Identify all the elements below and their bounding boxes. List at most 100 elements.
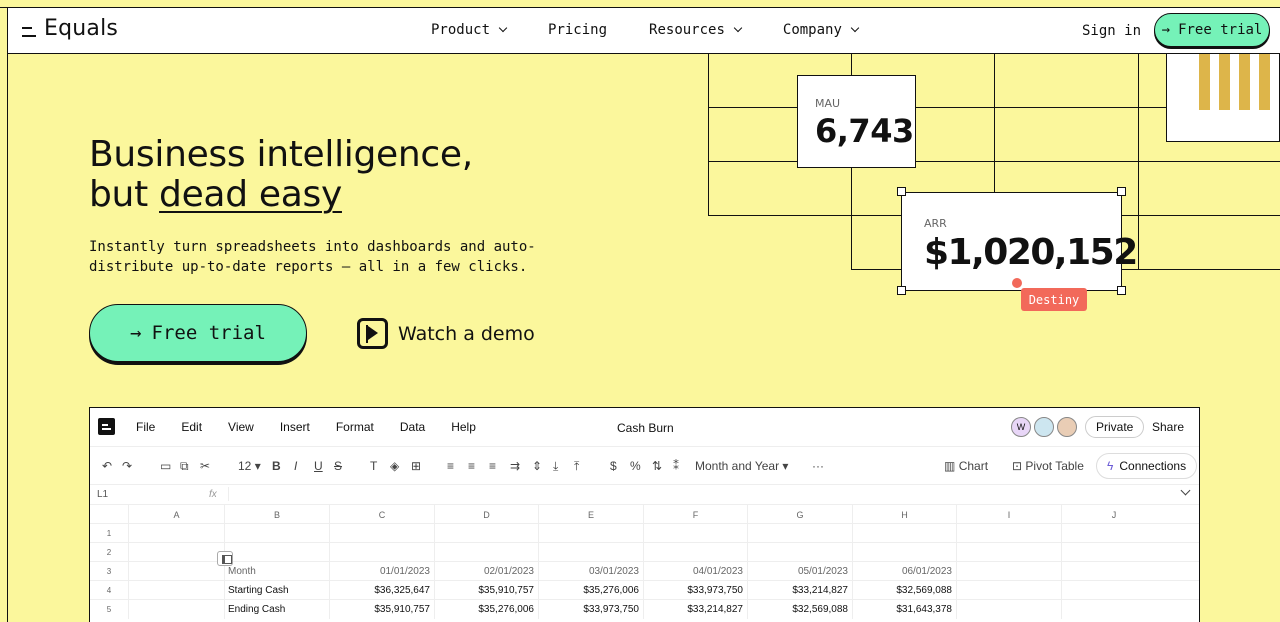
table-cell[interactable] (956, 600, 1061, 619)
menu-file[interactable]: File (136, 420, 155, 434)
table-cell[interactable]: $35,910,757 (434, 581, 538, 600)
avatar[interactable] (1034, 417, 1054, 437)
formula-input[interactable] (228, 487, 1128, 501)
valign-bottom-icon[interactable]: ⤓ (553, 459, 558, 474)
menu-data[interactable]: Data (400, 420, 425, 434)
brand-logo[interactable]: Equals (22, 16, 118, 41)
table-cell[interactable] (1061, 581, 1166, 600)
row-label-cell[interactable]: Month (224, 562, 329, 581)
table-cell[interactable]: 06/01/2023 (852, 562, 956, 581)
more-icon[interactable]: ··· (812, 459, 824, 473)
table-cell[interactable] (329, 524, 434, 543)
fill-color-icon[interactable]: ◈ (390, 459, 399, 473)
table-cell[interactable] (1061, 562, 1166, 581)
table-cell[interactable] (434, 524, 538, 543)
table-cell[interactable]: $31,643,378 (852, 600, 956, 619)
borders-icon[interactable]: ⊞ (411, 459, 421, 473)
document-title[interactable]: Cash Burn (617, 421, 674, 435)
table-cell[interactable] (128, 600, 224, 619)
undo-icon[interactable]: ↶ (102, 459, 112, 473)
table-cell[interactable] (538, 543, 643, 562)
column-header[interactable]: I (956, 505, 1061, 524)
date-format-select[interactable]: Month and Year ▾ (695, 459, 788, 473)
nav-resources[interactable]: Resources (649, 22, 743, 38)
table-cell[interactable] (128, 562, 224, 581)
private-button[interactable]: Private (1085, 416, 1145, 438)
corner-cell[interactable] (90, 505, 128, 524)
currency-icon[interactable]: $ (610, 459, 617, 473)
table-cell[interactable]: 05/01/2023 (747, 562, 852, 581)
row-label-cell[interactable]: Starting Cash (224, 581, 329, 600)
wrap-icon[interactable]: ⇉ (510, 459, 520, 473)
cut-icon[interactable]: ✂ (200, 459, 210, 473)
menu-view[interactable]: View (228, 420, 254, 434)
chevron-down-icon[interactable] (1180, 485, 1191, 496)
column-header[interactable]: C (329, 505, 434, 524)
table-cell[interactable]: 02/01/2023 (434, 562, 538, 581)
table-cell[interactable]: $33,214,827 (643, 600, 747, 619)
font-size-select[interactable]: 12 ▾ (238, 459, 261, 473)
column-header[interactable]: A (128, 505, 224, 524)
table-cell[interactable]: 01/01/2023 (329, 562, 434, 581)
table-cell[interactable] (434, 543, 538, 562)
strikethrough-icon[interactable]: S (334, 459, 342, 473)
table-cell[interactable]: $36,325,647 (329, 581, 434, 600)
menu-insert[interactable]: Insert (280, 420, 310, 434)
column-header[interactable]: D (434, 505, 538, 524)
share-button[interactable]: Share (1152, 420, 1184, 434)
table-cell[interactable] (956, 524, 1061, 543)
hero-free-trial-button[interactable]: → Free trial (89, 304, 307, 362)
connections-button[interactable]: ϟ Connections (1096, 453, 1198, 479)
column-header[interactable]: J (1061, 505, 1166, 524)
table-cell[interactable] (128, 524, 224, 543)
column-header[interactable]: H (852, 505, 956, 524)
table-cell[interactable] (852, 543, 956, 562)
table-cell[interactable] (329, 543, 434, 562)
table-cell[interactable] (538, 524, 643, 543)
redo-icon[interactable]: ↷ (122, 459, 132, 473)
row-label-cell[interactable]: Ending Cash (224, 600, 329, 619)
percent-icon[interactable]: % (630, 459, 641, 473)
table-cell[interactable] (956, 581, 1061, 600)
avatar[interactable]: W (1011, 417, 1031, 437)
row-label-cell[interactable] (224, 543, 329, 562)
table-cell[interactable]: $35,910,757 (329, 600, 434, 619)
menu-help[interactable]: Help (451, 420, 476, 434)
table-cell[interactable] (956, 543, 1061, 562)
align-center-icon[interactable]: ≡ (468, 459, 475, 473)
table-cell[interactable] (643, 524, 747, 543)
table-cell[interactable] (852, 524, 956, 543)
valign-middle-icon[interactable]: ⇕ (532, 459, 542, 473)
bold-icon[interactable]: B (272, 459, 281, 473)
table-cell[interactable] (128, 581, 224, 600)
table-cell[interactable]: $33,973,750 (643, 581, 747, 600)
column-header[interactable]: B (224, 505, 329, 524)
table-cell[interactable] (128, 543, 224, 562)
table-cell[interactable] (747, 543, 852, 562)
table-cell[interactable]: $32,569,088 (852, 581, 956, 600)
table-cell[interactable]: 04/01/2023 (643, 562, 747, 581)
row-expand-icon[interactable] (217, 551, 233, 566)
table-cell[interactable]: $35,276,006 (434, 600, 538, 619)
decimal-icon[interactable]: ⇅ (652, 459, 662, 473)
table-cell[interactable]: $32,569,088 (747, 600, 852, 619)
italic-icon[interactable]: I (294, 459, 297, 473)
table-cell[interactable] (643, 543, 747, 562)
column-header[interactable]: F (643, 505, 747, 524)
sign-in-link[interactable]: Sign in (1082, 23, 1141, 39)
number-format-icon[interactable]: ⁑ (673, 459, 679, 473)
table-cell[interactable] (1061, 543, 1166, 562)
watch-demo-button[interactable]: Watch a demo (357, 318, 535, 349)
valign-top-icon[interactable]: ⤒ (574, 459, 579, 474)
align-right-icon[interactable]: ≡ (489, 459, 496, 473)
equals-app-icon[interactable] (98, 418, 115, 435)
row-label-cell[interactable] (224, 524, 329, 543)
chart-button[interactable]: ▥ Chart (944, 459, 988, 473)
avatar[interactable] (1057, 417, 1077, 437)
text-type-icon[interactable]: T (370, 459, 377, 473)
clipboard-icon[interactable]: ▭ (160, 459, 171, 473)
row-number[interactable]: 1 (90, 524, 128, 543)
table-cell[interactable]: $33,214,827 (747, 581, 852, 600)
column-header[interactable]: E (538, 505, 643, 524)
cell-reference[interactable]: L1 (97, 489, 108, 500)
